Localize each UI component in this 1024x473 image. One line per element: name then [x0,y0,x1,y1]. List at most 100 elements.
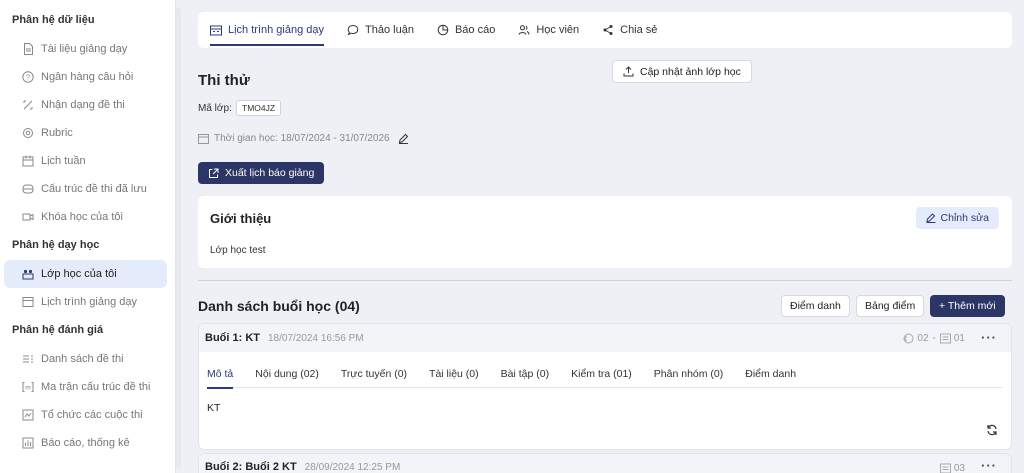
external-link-icon [208,168,219,179]
sidebar-item-question-bank[interactable]: ? Ngân hàng câu hỏi [4,63,167,91]
subtab-attendance[interactable]: Điểm danh [745,360,796,388]
users-icon [518,24,530,36]
sidebar-item-label: Khóa học của tôi [41,211,123,223]
class-code-label: Mã lớp: [198,103,232,114]
sidebar-item-label: Nhận dạng đề thi [41,99,125,111]
svg-text:m: m [25,384,30,391]
tab-label: Chia sẻ [620,24,658,36]
sidebar-item-label: Rubric [41,127,73,139]
pencil-icon [925,213,936,223]
exam-icon [939,333,951,344]
more-options-icon[interactable]: ··· [981,330,997,345]
share-icon [602,24,614,36]
sidebar-item-exam-recognition[interactable]: Nhận dạng đề thi [4,91,167,119]
session-header[interactable]: Buổi 1: KT 18/07/2024 16:56 PM 02 - 01 ·… [199,324,1011,352]
session-card: Buổi 2: Buổi 2 KT 28/09/2024 12:25 PM 03… [198,453,1012,473]
tab-share[interactable]: Chia sẻ [602,12,657,48]
scan-icon [22,99,34,111]
sidebar-item-label: Cấu trúc đề thi đã lưu [41,183,147,195]
session-meta: 03 [939,454,965,473]
calendar-icon [22,155,34,167]
tab-report[interactable]: Báo cáo [437,12,495,48]
sidebar-item-my-courses[interactable]: Khóa học của tôi [4,203,167,231]
session-date: 18/07/2024 16:56 PM [268,332,364,344]
divider [198,280,1012,281]
sidebar-item-reports[interactable]: Báo cáo, thống kê [4,429,167,457]
class-time: Thời gian học: 18/07/2024 - 31/07/2026 [198,133,409,144]
session-date: 28/09/2024 12:25 PM [304,461,401,473]
classroom-icon [22,268,34,280]
sessions-title: Danh sách buổi học (04) [198,298,360,314]
sidebar-item-teaching-docs[interactable]: Tài liệu giảng dạy [4,35,167,63]
refresh-icon[interactable] [986,424,998,436]
update-photo-label: Cập nhật ảnh lớp học [640,65,741,78]
sidebar-item-exam-matrix[interactable]: m Ma trận cấu trúc đề thi [4,373,167,401]
sidebar-item-teaching-schedule[interactable]: Lịch trình giảng dạy [4,288,167,316]
edit-intro-button[interactable]: Chỉnh sửa [915,207,999,229]
subtab-content[interactable]: Nội dung (02) [255,360,319,388]
schedule-icon [22,296,34,308]
sidebar-item-saved-structures[interactable]: Cấu trúc đề thi đã lưu [4,175,167,203]
intro-text: Lớp học test [210,245,266,256]
session-description: KT [207,402,221,414]
session-subtabs: Mô tả Nội dung (02) Trực tuyến (0) Tài l… [207,360,1003,389]
session-header[interactable]: Buổi 2: Buổi 2 KT 28/09/2024 12:25 PM 03… [199,454,1011,473]
subtab-documents[interactable]: Tài liệu (0) [429,360,479,388]
sidebar-item-rubric[interactable]: Rubric [4,119,167,147]
tab-label: Báo cáo [454,24,496,36]
question-icon: ? [22,71,34,83]
attendance-button[interactable]: Điểm danh [781,295,850,317]
upload-icon [623,66,634,77]
sidebar-item-label: Ngân hàng câu hỏi [41,71,134,83]
intro-title: Giới thiệu [210,211,272,226]
session-card: Buổi 1: KT 18/07/2024 16:56 PM 02 - 01 ·… [198,323,1012,450]
sidebar-item-label: Danh sách đề thi [41,353,124,365]
subtab-groups[interactable]: Phân nhóm (0) [654,360,723,388]
gradebook-button[interactable]: Bảng điểm [856,295,925,317]
export-schedule-button[interactable]: Xuất lịch báo giảng [198,162,325,184]
class-code-badge: TMO4JZ [236,100,282,116]
sidebar-item-weekly-schedule[interactable]: Lịch tuần [4,147,167,175]
sidebar-item-my-classes[interactable]: Lớp học của tôi [4,260,167,288]
content-icon [903,333,914,344]
svg-text:?: ? [26,73,30,82]
sidebar-scrollbar[interactable] [176,8,181,468]
sidebar-item-label: Lịch trình giảng dạy [41,296,138,308]
document-icon [22,43,34,55]
main-content: Lịch trình giảng dạy Thảo luận Báo cáo H… [185,0,1024,473]
tab-teaching-schedule[interactable]: Lịch trình giảng dạy [210,12,325,48]
subtab-assignments[interactable]: Bài tập (0) [501,360,549,388]
sidebar-item-organize-contests[interactable]: Tổ chức các cuộc thi [4,401,167,429]
subtab-tests[interactable]: Kiểm tra (01) [571,360,632,388]
meta-count-exam: 03 [953,462,965,473]
rubric-icon [22,127,34,139]
meta-separator: - [932,332,936,344]
chat-icon [347,24,359,36]
video-icon [22,211,34,223]
page-title: Thi thử [198,72,250,89]
attendance-label: Điểm danh [790,300,841,312]
report-icon [22,437,34,449]
tab-label: Lịch trình giảng dạy [228,24,325,36]
meta-count-content: 02 [917,332,929,344]
sidebar-item-label: Lớp học của tôi [41,268,117,280]
tab-label: Học viên [536,24,580,36]
pie-chart-icon [437,24,449,36]
tab-discussion[interactable]: Thảo luận [347,12,414,48]
subtab-description[interactable]: Mô tả [207,360,234,389]
matrix-icon: m [22,381,34,393]
export-label: Xuất lịch báo giảng [225,167,315,179]
tab-bar: Lịch trình giảng dạy Thảo luận Báo cáo H… [198,12,1012,48]
sidebar-item-exam-list[interactable]: Danh sách đề thi [4,345,167,373]
sidebar-item-label: Báo cáo, thống kê [41,437,130,449]
tab-students[interactable]: Học viên [518,12,579,48]
update-class-photo-button[interactable]: Cập nhật ảnh lớp học [612,60,752,83]
gradebook-label: Bảng điểm [865,300,916,312]
more-options-icon[interactable]: ··· [981,458,997,473]
subtab-online[interactable]: Trực tuyến (0) [341,360,407,388]
edit-pencil-icon[interactable] [398,133,409,144]
tab-label: Thảo luận [365,24,414,36]
schedule-icon [210,25,222,36]
sidebar-item-label: Ma trận cấu trúc đề thi [41,381,151,393]
add-session-button[interactable]: + Thêm mới [930,295,1005,317]
